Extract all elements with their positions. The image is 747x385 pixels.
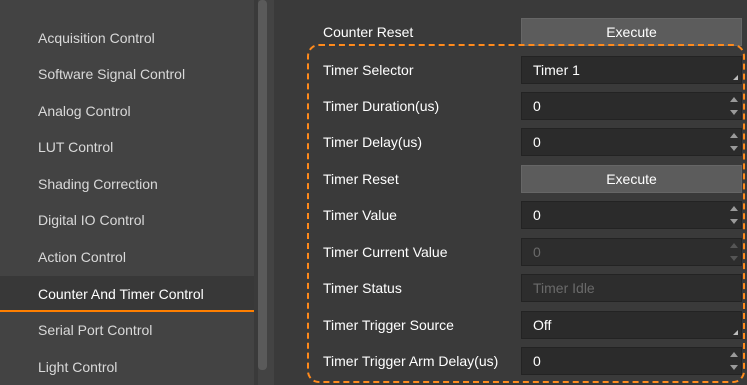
timer-duration-spinbox[interactable]: 0 — [521, 92, 742, 120]
timer-value-value: 0 — [533, 207, 541, 223]
counter-reset-label: Counter Reset — [323, 24, 414, 40]
sidebar-item-software-signal-control[interactable]: Software Signal Control — [0, 56, 254, 92]
sidebar-item-counter-and-timer-control[interactable]: Counter And Timer Control — [0, 276, 254, 312]
sidebar-item-light-control[interactable]: Light Control — [0, 349, 254, 385]
timer-status-label: Timer Status — [323, 280, 402, 296]
property-panel: Counter Reset Execute Timer Selector Tim… — [274, 0, 747, 385]
row-timer-value: Timer Value 0 — [274, 197, 747, 233]
timer-selector-dropdown[interactable]: Timer 1 — [521, 56, 742, 84]
row-timer-status: Timer Status Timer Idle — [274, 270, 747, 306]
timer-delay-spinbox[interactable]: 0 — [521, 128, 742, 156]
timer-value-label: Timer Value — [323, 207, 397, 223]
spin-arrows-icon[interactable] — [730, 206, 738, 224]
row-counter-reset: Counter Reset Execute — [274, 14, 747, 50]
spin-arrows-icon[interactable] — [730, 133, 738, 151]
timer-delay-label: Timer Delay(us) — [323, 134, 423, 150]
dropdown-corner-icon — [733, 330, 738, 335]
timer-value-spinbox[interactable]: 0 — [521, 201, 742, 229]
sidebar-item-analog-control[interactable]: Analog Control — [0, 93, 254, 129]
timer-selector-label: Timer Selector — [323, 62, 414, 78]
timer-duration-value: 0 — [533, 98, 541, 114]
sidebar-item-lut-control[interactable]: LUT Control — [0, 129, 254, 165]
timer-trigger-arm-delay-spinbox[interactable]: 0 — [521, 347, 742, 375]
timer-status-field: Timer Idle — [521, 274, 742, 302]
timer-duration-label: Timer Duration(us) — [323, 98, 440, 114]
timer-trigger-arm-delay-value: 0 — [533, 353, 541, 369]
timer-trigger-arm-delay-label: Timer Trigger Arm Delay(us) — [323, 353, 499, 369]
row-timer-duration: Timer Duration(us) 0 — [274, 88, 747, 124]
sidebar-item-shading-correction[interactable]: Shading Correction — [0, 166, 254, 202]
sidebar-item-action-control[interactable]: Action Control — [0, 239, 254, 275]
sidebar-item-digital-io-control[interactable]: Digital IO Control — [0, 202, 254, 238]
timer-trigger-source-dropdown[interactable]: Off — [521, 311, 742, 339]
timer-reset-execute-button[interactable]: Execute — [521, 165, 742, 193]
timer-current-value-label: Timer Current Value — [323, 244, 448, 260]
dropdown-corner-icon — [733, 75, 738, 80]
timer-reset-label: Timer Reset — [323, 171, 399, 187]
timer-delay-value: 0 — [533, 134, 541, 150]
row-timer-selector: Timer Selector Timer 1 — [274, 52, 747, 88]
spin-arrows-icon[interactable] — [730, 352, 738, 370]
row-timer-trigger-arm-delay: Timer Trigger Arm Delay(us) 0 — [274, 343, 747, 379]
row-timer-reset: Timer Reset Execute — [274, 161, 747, 197]
sidebar-item-acquisition-control[interactable]: Acquisition Control — [0, 20, 254, 56]
timer-trigger-source-label: Timer Trigger Source — [323, 317, 454, 333]
row-timer-delay: Timer Delay(us) 0 — [274, 124, 747, 160]
timer-current-value-value: 0 — [533, 244, 541, 260]
row-timer-trigger-source: Timer Trigger Source Off — [274, 307, 747, 343]
sidebar: Acquisition Control Software Signal Cont… — [0, 0, 258, 385]
timer-current-value-spinbox: 0 — [521, 238, 742, 266]
row-timer-current-value: Timer Current Value 0 — [274, 234, 747, 270]
spin-arrows-icon[interactable] — [730, 97, 738, 115]
sidebar-scrollbar[interactable] — [258, 0, 267, 370]
timer-trigger-source-value: Off — [533, 317, 552, 333]
timer-selector-value: Timer 1 — [533, 62, 580, 78]
sidebar-item-serial-port-control[interactable]: Serial Port Control — [0, 312, 254, 348]
spin-arrows-icon — [730, 243, 738, 261]
counter-reset-execute-button[interactable]: Execute — [521, 18, 742, 46]
